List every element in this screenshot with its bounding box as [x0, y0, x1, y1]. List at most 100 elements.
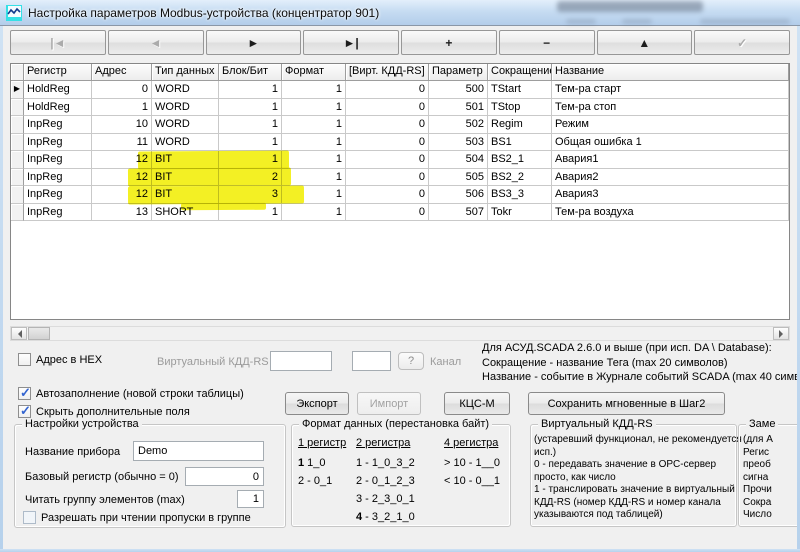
- cell-4[interactable]: 1: [282, 98, 346, 116]
- cell-7[interactable]: BS3_3: [488, 186, 552, 204]
- help-button[interactable]: ?: [398, 352, 424, 370]
- cell-0[interactable]: HoldReg: [24, 81, 92, 99]
- cell-4[interactable]: 1: [282, 168, 346, 186]
- cell-7[interactable]: TStop: [488, 98, 552, 116]
- cell-3[interactable]: 1: [219, 98, 282, 116]
- cell-2[interactable]: WORD: [152, 133, 219, 151]
- cell-0[interactable]: InpReg: [24, 133, 92, 151]
- kcsm-button[interactable]: КЦС-М: [444, 392, 510, 415]
- autofill-checkbox[interactable]: Автозаполнение (новой строки таблицы): [18, 385, 244, 401]
- channel-input[interactable]: [352, 351, 391, 371]
- cell-8[interactable]: Тем-ра старт: [552, 81, 789, 99]
- cell-7[interactable]: Regim: [488, 116, 552, 134]
- cell-0[interactable]: InpReg: [24, 168, 92, 186]
- cell-5[interactable]: 0: [346, 133, 429, 151]
- cell-2[interactable]: WORD: [152, 98, 219, 116]
- cell-4[interactable]: 1: [282, 151, 346, 169]
- format-option[interactable]: 2 - 0_1_2_3: [356, 472, 415, 490]
- hex-address-checkbox[interactable]: Адрес в HEX: [18, 353, 102, 366]
- cell-6[interactable]: 502: [429, 116, 488, 134]
- cell-3[interactable]: 1: [219, 133, 282, 151]
- nav-next-button[interactable]: ►: [205, 30, 302, 55]
- nav-insert-button[interactable]: +: [401, 30, 497, 55]
- read-group-input[interactable]: [237, 490, 264, 508]
- column-header-4[interactable]: Формат: [282, 64, 346, 81]
- nav-first-button[interactable]: |◄: [10, 30, 106, 55]
- table-row[interactable]: InpReg 13 SHORT 1 1 0 507 Tokr Тем-ра воздуха: [11, 203, 789, 221]
- format-option[interactable]: < 10 - 0__1: [444, 472, 500, 490]
- table-row[interactable]: InpReg 10 WORD 1 1 0 502 Regim Режим: [11, 116, 789, 134]
- format-option[interactable]: 1 - 1_0_3_2: [356, 454, 415, 472]
- device-name-input[interactable]: [133, 441, 264, 461]
- column-header-7[interactable]: Сокращение: [488, 64, 552, 81]
- cell-6[interactable]: 506: [429, 186, 488, 204]
- cell-6[interactable]: 505: [429, 168, 488, 186]
- format-option[interactable]: > 10 - 1__0: [444, 454, 500, 472]
- horizontal-scrollbar[interactable]: [10, 326, 790, 341]
- cell-4[interactable]: 1: [282, 133, 346, 151]
- cell-5[interactable]: 0: [346, 81, 429, 99]
- cell-4[interactable]: 1: [282, 203, 346, 221]
- cell-8[interactable]: Режим: [552, 116, 789, 134]
- export-button[interactable]: Экспорт: [285, 392, 349, 415]
- column-header-1[interactable]: Адрес: [92, 64, 152, 81]
- table-row[interactable]: ▶ HoldReg 0 WORD 1 1 0 500 TStart Тем-ра старт: [11, 81, 789, 99]
- column-header-2[interactable]: Тип данных: [152, 64, 219, 81]
- cell-1[interactable]: 10: [92, 116, 152, 134]
- column-header-5[interactable]: [Вирт. КДД-RS]: [346, 64, 429, 81]
- nav-post-button[interactable]: ✓: [694, 30, 790, 55]
- cell-3[interactable]: 1: [219, 81, 282, 99]
- cell-7[interactable]: TStart: [488, 81, 552, 99]
- cell-8[interactable]: Авария3: [552, 186, 789, 204]
- cell-7[interactable]: BS2_1: [488, 151, 552, 169]
- column-header-6[interactable]: Параметр: [429, 64, 488, 81]
- cell-6[interactable]: 503: [429, 133, 488, 151]
- column-header-8[interactable]: Название: [552, 64, 789, 81]
- table-row[interactable]: InpReg 11 WORD 1 1 0 503 BS1 Общая ошибка 1: [11, 133, 789, 151]
- cell-8[interactable]: Авария2: [552, 168, 789, 186]
- scroll-left-button[interactable]: [11, 327, 27, 340]
- cell-0[interactable]: InpReg: [24, 116, 92, 134]
- cell-8[interactable]: Тем-ра стоп: [552, 98, 789, 116]
- nav-prior-button[interactable]: ◄: [107, 30, 204, 55]
- cell-1[interactable]: 1: [92, 98, 152, 116]
- import-button[interactable]: Импорт: [357, 392, 421, 415]
- format-option[interactable]: 2 - 0_1: [298, 472, 346, 490]
- nav-last-button[interactable]: ►|: [303, 30, 399, 55]
- save-instant-shag2-button[interactable]: Сохранить мгновенные в Шаг2: [528, 392, 725, 415]
- nav-edit-button[interactable]: ▲: [596, 30, 693, 55]
- virtual-kdd-input[interactable]: [270, 351, 332, 371]
- cell-5[interactable]: 0: [346, 168, 429, 186]
- cell-5[interactable]: 0: [346, 186, 429, 204]
- table-row[interactable]: HoldReg 1 WORD 1 1 0 501 TStop Тем-ра стоп: [11, 98, 789, 116]
- table-row[interactable]: InpReg12BIT110504BS2_1Авария1: [11, 151, 789, 169]
- format-option[interactable]: 1 1_0: [298, 454, 346, 472]
- cell-6[interactable]: 504: [429, 151, 488, 169]
- cell-8[interactable]: Авария1: [552, 151, 789, 169]
- titlebar[interactable]: Настройка параметров Modbus-устройства (…: [0, 0, 800, 26]
- cell-0[interactable]: InpReg: [24, 203, 92, 221]
- format-option[interactable]: 4 - 3_2_1_0: [356, 508, 415, 526]
- scroll-right-button[interactable]: [773, 327, 789, 340]
- cell-0[interactable]: InpReg: [24, 151, 92, 169]
- hide-extra-fields-checkbox[interactable]: Скрыть дополнительные поля: [18, 403, 190, 419]
- scroll-thumb[interactable]: [28, 327, 50, 340]
- format-option[interactable]: 3 - 2_3_0_1: [356, 490, 415, 508]
- cell-1[interactable]: 13: [92, 203, 152, 221]
- cell-6[interactable]: 507: [429, 203, 488, 221]
- cell-1[interactable]: 0: [92, 81, 152, 99]
- cell-7[interactable]: BS1: [488, 133, 552, 151]
- cell-6[interactable]: 500: [429, 81, 488, 99]
- column-header-0[interactable]: Регистр: [24, 64, 92, 81]
- cell-0[interactable]: InpReg: [24, 186, 92, 204]
- cell-7[interactable]: Tokr: [488, 203, 552, 221]
- nav-delete-button[interactable]: −: [498, 30, 595, 55]
- cell-5[interactable]: 0: [346, 98, 429, 116]
- cell-6[interactable]: 501: [429, 98, 488, 116]
- cell-5[interactable]: 0: [346, 151, 429, 169]
- cell-5[interactable]: 0: [346, 203, 429, 221]
- cell-8[interactable]: Общая ошибка 1: [552, 133, 789, 151]
- base-register-input[interactable]: [185, 467, 264, 486]
- data-grid[interactable]: Регистр Адрес Тип данных Блок/Бит Формат [Вир…: [10, 63, 790, 320]
- allow-gaps-checkbox[interactable]: Разрешать при чтении пропуски в группе: [23, 511, 251, 524]
